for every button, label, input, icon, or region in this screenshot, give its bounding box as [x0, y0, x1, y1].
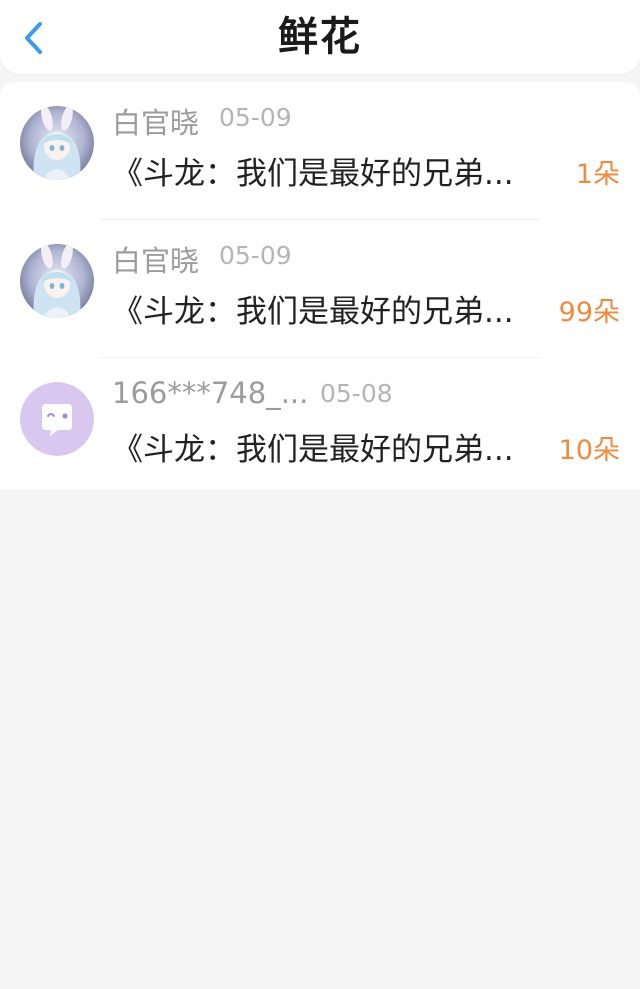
top-bar: 鲜花 — [0, 0, 640, 74]
flower-count: 99朵 — [558, 297, 620, 328]
flower-record-list: 白官晓 05-09 《斗龙：我们是最好的兄弟... 1朵 白官晓 05-09 《… — [0, 82, 640, 489]
chat-bubble-icon — [20, 382, 94, 456]
avatar[interactable] — [20, 382, 94, 456]
avatar[interactable] — [20, 106, 94, 180]
send-date: 05-08 — [320, 379, 393, 408]
page-title: 鲜花 — [278, 14, 362, 60]
avatar[interactable] — [20, 244, 94, 318]
sender-name: 白官晓 — [112, 244, 200, 278]
send-date: 05-09 — [219, 241, 292, 270]
book-title[interactable]: 《斗龙：我们是最好的兄弟... — [112, 424, 552, 469]
book-title[interactable]: 《斗龙：我们是最好的兄弟... — [112, 148, 552, 193]
flower-count: 1朵 — [575, 159, 620, 190]
book-title[interactable]: 《斗龙：我们是最好的兄弟... — [112, 286, 552, 331]
list-item[interactable]: 白官晓 05-09 《斗龙：我们是最好的兄弟... 1朵 — [0, 82, 640, 220]
send-date: 05-09 — [219, 103, 292, 132]
list-item[interactable]: 166***748_... 05-08 《斗龙：我们是最好的兄弟... 10朵 — [0, 358, 640, 489]
list-item[interactable]: 白官晓 05-09 《斗龙：我们是最好的兄弟... 99朵 — [0, 220, 640, 358]
sender-name: 166***748_... — [112, 376, 309, 410]
sender-name: 白官晓 — [112, 106, 200, 140]
flower-count: 10朵 — [558, 435, 620, 466]
